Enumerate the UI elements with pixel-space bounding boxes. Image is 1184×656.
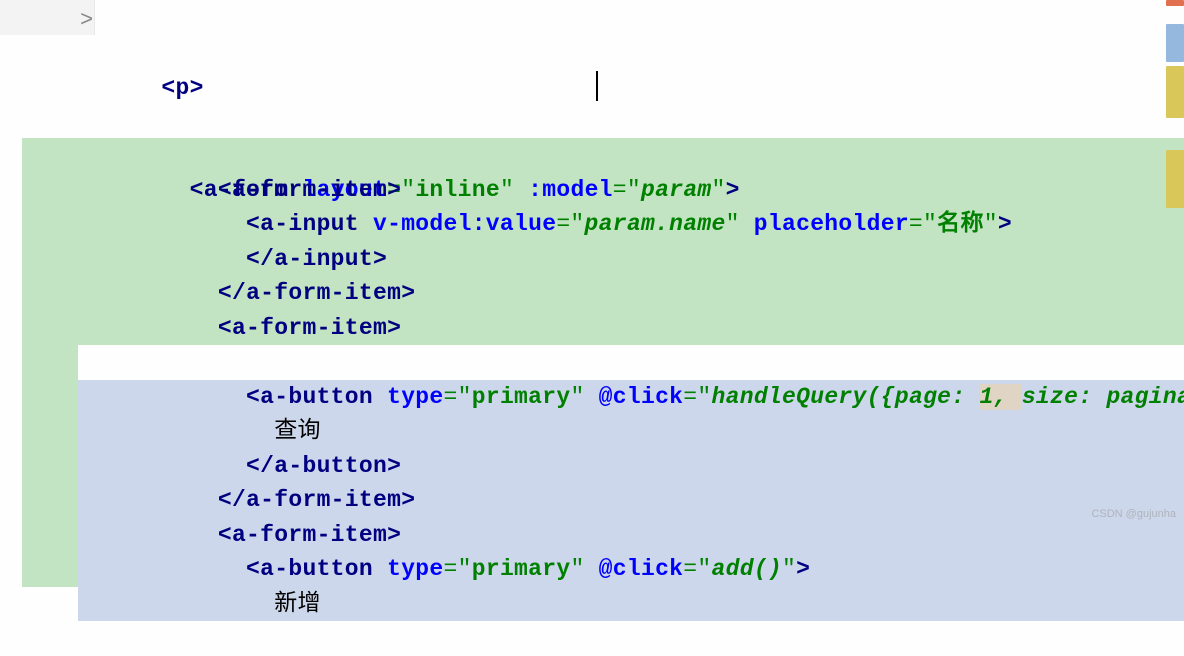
code-line[interactable]: <a-form-item> [0,104,1184,139]
code-line[interactable]: <a-input v-model:value="param.name" plac… [0,138,1184,173]
minimap[interactable] [1164,0,1184,524]
code-line[interactable]: <p> [0,35,1184,70]
minimap-marker [1166,0,1184,6]
minimap-marker [1166,24,1184,62]
code-line[interactable]: </a-button> [0,345,1184,380]
watermark-text: CSDN @gujunha [1091,508,1176,520]
minimap-marker [1166,66,1184,118]
minimap-marker [1166,150,1184,208]
code-editor[interactable]: <p> <a-form layout="inline" :model="para… [0,0,1184,518]
code-line[interactable] [0,0,1184,35]
